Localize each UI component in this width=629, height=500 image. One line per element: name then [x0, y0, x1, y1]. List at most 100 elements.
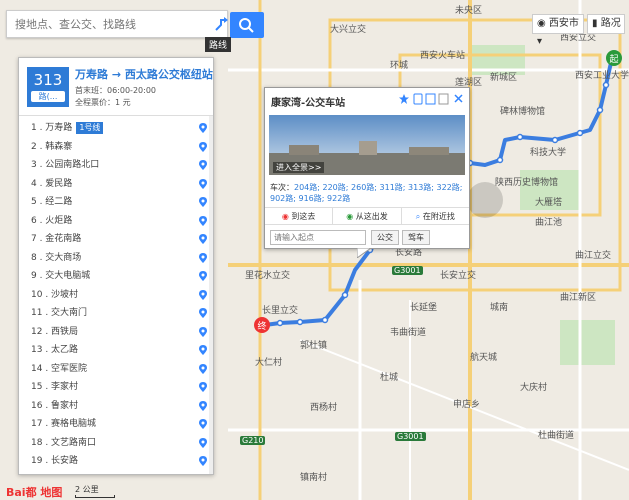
list-item[interactable]: 20 . 省政务大厅	[19, 471, 213, 476]
location-icon: ◉	[537, 18, 546, 29]
map-label: 未央区	[455, 6, 483, 16]
phone-icon[interactable]	[413, 93, 423, 105]
map-label: 曲江新区	[560, 293, 597, 303]
map-label: 西杨村	[310, 403, 338, 413]
list-item[interactable]: 8 . 交大商场	[19, 249, 213, 268]
list-item[interactable]: 19 . 长安路	[19, 452, 213, 471]
list-item[interactable]: 13 . 太乙路	[19, 341, 213, 360]
stop-label: 15 . 李家村	[31, 382, 79, 392]
edit-icon[interactable]	[425, 93, 436, 105]
traffic-button[interactable]: ▮ 路况	[587, 14, 625, 34]
map-label: 环城	[390, 61, 409, 71]
favorite-icon[interactable]	[399, 94, 409, 104]
map-label: 申店乡	[453, 400, 481, 410]
stop-label: 1 . 万寿路	[31, 123, 73, 133]
list-item[interactable]: 12 . 西铁局	[19, 323, 213, 342]
map-pin-icon[interactable]	[199, 123, 207, 133]
route-number: 313	[33, 71, 63, 89]
map-pin-icon[interactable]	[199, 456, 207, 466]
route-schedule: 首末班：06:00-20:00	[75, 86, 156, 95]
route-header: 313 路(... 万寿路 → 西太路公交枢纽站 首末班：06:00-20:00…	[19, 58, 213, 116]
map-pin-icon[interactable]	[199, 215, 207, 226]
map-label: 杜曲街道	[538, 431, 575, 441]
route-switch[interactable]: 路(...	[31, 91, 65, 102]
stop-label: 12 . 西铁局	[31, 326, 79, 337]
tab-start-here[interactable]: ◉ 从这出发	[333, 208, 402, 224]
list-item[interactable]: 6 . 火炬路	[19, 212, 213, 231]
map-pin-icon[interactable]	[199, 160, 207, 170]
popup-pointer	[357, 248, 371, 258]
map-label: 陕西历史博物馆	[495, 178, 559, 188]
map-pin-icon[interactable]	[199, 419, 207, 429]
search-button[interactable]	[230, 12, 264, 38]
map-pin-icon[interactable]	[199, 475, 207, 476]
street-view-link[interactable]: 进入全景>>	[273, 162, 325, 173]
map-label: 郭杜镇	[300, 341, 328, 351]
list-item[interactable]: 7 . 金花南路	[19, 230, 213, 249]
city-label: 西安市	[548, 18, 579, 29]
map-label: 镇南村	[300, 473, 328, 483]
map-pin-icon[interactable]	[199, 308, 207, 318]
bus-search-button[interactable]: 公交	[371, 230, 399, 245]
map-pin-icon[interactable]	[199, 141, 207, 152]
list-item[interactable]: 4 . 爱民路	[19, 175, 213, 194]
start-point-input[interactable]	[270, 230, 366, 245]
tab-start-here-label: 从这出发	[355, 212, 388, 221]
list-item[interactable]: 15 . 李家村	[19, 378, 213, 397]
street-view-photo[interactable]: 进入全景>>	[269, 115, 465, 175]
list-item[interactable]: 9 . 交大电脑城	[19, 267, 213, 286]
tab-go-here[interactable]: ◉ 到这去	[265, 208, 334, 224]
stop-label: 16 . 鲁家村	[31, 400, 79, 411]
map-label: 大庆村	[520, 383, 548, 393]
tab-nearby[interactable]: ⌕ 在附近找	[402, 208, 469, 224]
traffic-light-icon: ▮	[592, 18, 598, 29]
list-item[interactable]: 14 . 空军医院	[19, 360, 213, 379]
road-shield: G210	[240, 436, 266, 445]
map-pin-icon[interactable]	[199, 326, 207, 337]
city-selector[interactable]: ◉ 西安市 ▾	[532, 14, 584, 47]
map-pin-icon[interactable]	[199, 289, 207, 300]
traffic-label: 路况	[600, 18, 621, 29]
list-item[interactable]: 2 . 韩森寨	[19, 138, 213, 157]
map-pin-icon[interactable]	[199, 252, 207, 263]
bus-lines-list[interactable]: 204路; 220路; 260路; 311路; 313路; 322路; 902路…	[270, 183, 463, 203]
drive-search-button[interactable]: 驾车	[402, 230, 430, 245]
stop-label: 4 . 爱民路	[31, 178, 73, 189]
list-item[interactable]: 18 . 文艺路南口	[19, 434, 213, 453]
map-pin-icon[interactable]	[199, 271, 207, 281]
map-pin-icon[interactable]	[199, 345, 207, 355]
map-label: 碑林博物馆	[500, 107, 546, 117]
map-label: 航天城	[470, 353, 498, 363]
road-shield: G3001	[392, 266, 423, 275]
list-item[interactable]: 17 . 赛格电脑城	[19, 415, 213, 434]
popup-toolbar	[399, 93, 463, 108]
route-tooltip: 路线	[205, 37, 232, 52]
list-item[interactable]: 1 . 万寿路 1号线	[19, 119, 213, 138]
dropdown-icon[interactable]	[438, 93, 449, 105]
stop-label: 10 . 沙坡村	[31, 289, 79, 300]
map-pin-icon[interactable]	[199, 400, 207, 411]
map-pin-icon[interactable]	[199, 437, 207, 448]
chevron-down-icon: ▾	[537, 36, 543, 47]
list-item[interactable]: 16 . 鲁家村	[19, 397, 213, 416]
map-pin-icon[interactable]	[199, 363, 207, 374]
search-icon	[239, 18, 254, 33]
stop-info-popup: 康家湾-公交车站 进入全景>> 车次：204路; 220路; 260路; 311…	[264, 87, 470, 258]
map-label: 新城区	[490, 73, 518, 83]
map-pin-icon[interactable]	[199, 234, 207, 244]
scrollbar[interactable]	[209, 116, 213, 474]
list-item[interactable]: 3 . 公园南路北口	[19, 156, 213, 175]
list-item[interactable]: 5 . 经二路	[19, 193, 213, 212]
bus-lines-prefix: 车次：	[270, 183, 294, 192]
route-name: 万寿路 → 西太路公交枢纽站	[75, 68, 213, 81]
stop-label: 2 . 韩森寨	[31, 141, 73, 152]
list-item[interactable]: 10 . 沙坡村	[19, 286, 213, 305]
list-item[interactable]: 11 . 交大南门	[19, 304, 213, 323]
metro-line-badge[interactable]: 1号线	[76, 122, 104, 134]
search-input[interactable]	[7, 11, 197, 37]
map-pin-icon[interactable]	[199, 178, 207, 189]
map-pin-icon[interactable]	[199, 382, 207, 392]
map-pin-icon[interactable]	[199, 197, 207, 207]
map-label: 城南	[490, 303, 509, 313]
tab-nearby-label: 在附近找	[422, 212, 455, 221]
